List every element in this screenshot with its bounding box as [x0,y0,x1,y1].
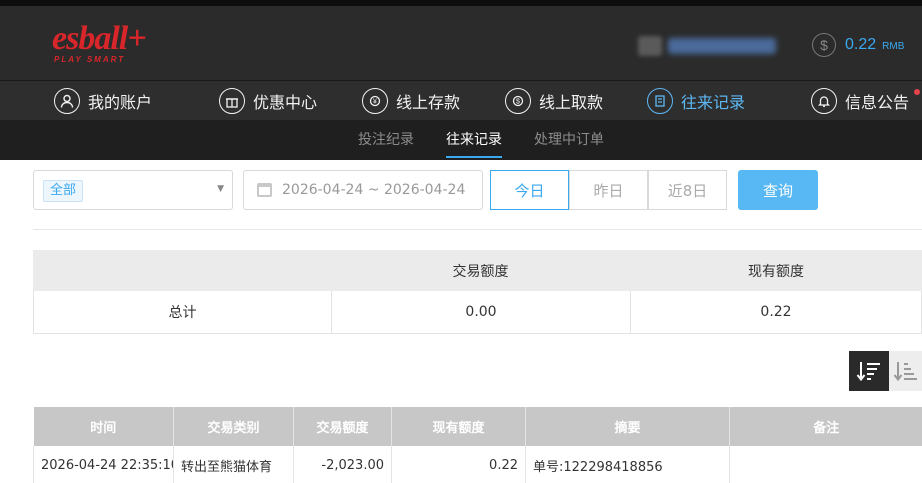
tab-transaction-records[interactable]: 往来记录 [446,120,502,160]
col-header-note: 备注 [729,407,922,446]
summary-header-blank [33,250,331,291]
range-yesterday-button[interactable]: 昨日 [569,170,648,210]
balance-currency: RMB [882,41,905,52]
cell-balance: 0.22 [391,446,526,483]
summary-header-transaction: 交易额度 [452,263,509,280]
range-last-8-days-button[interactable]: 近8日 [648,170,727,210]
cell-category: 转出至熊猫体育 [173,446,294,483]
summary-table: 交易额度 现有额度 总计 0.00 0.22 [33,250,922,334]
col-header-time: 时间 [33,407,174,446]
chevron-down-icon: ▼ [217,184,224,194]
summary-total-row: 总计 0.00 0.22 [33,291,922,334]
balance-display[interactable]: $ 0.22 RMB [812,32,904,58]
sort-ascending-button[interactable] [889,351,922,391]
nav-my-account[interactable]: 我的账户 [54,81,152,121]
dollar-coin-icon: $ [812,33,836,57]
tab-pending-orders[interactable]: 处理中订单 [534,120,604,160]
nav-label: 信息公告 [845,93,910,112]
logo-tagline: PLAY SMART [54,55,126,64]
selected-type-tag[interactable]: 全部 [43,180,84,202]
logo-text: esball+ [52,20,147,57]
main-nav: 我的账户 优惠中心 ¥ 线上存款 $ 线上取款 往来记录 信息公告 [0,80,922,120]
section-divider [33,229,922,230]
cell-time: 2026-04-24 22:35:10 [33,446,174,483]
cell-summary: 单号:122298418856 [525,446,730,483]
nav-label: 我的账户 [88,93,153,112]
query-button[interactable]: 查询 [738,170,818,210]
gift-icon [219,88,245,114]
cell-note [729,446,922,483]
nav-label: 往来记录 [681,93,746,112]
nav-promotions[interactable]: 优惠中心 [219,81,317,121]
tab-label: 投注纪录 [358,132,414,148]
col-header-balance: 现有额度 [391,407,526,446]
svg-text:¥: ¥ [373,99,377,106]
username-redacted [638,36,776,56]
nav-deposit[interactable]: ¥ 线上存款 [362,81,460,121]
nav-label: 线上取款 [539,93,604,112]
summary-total-balance: 0.22 [760,304,792,320]
date-range-picker[interactable]: 2026-04-24 ~ 2026-04-24 [243,170,483,210]
summary-total-transaction: 0.00 [332,291,631,333]
col-header-category: 交易类别 [173,407,294,446]
col-header-amount: 交易额度 [293,407,392,446]
table-header-row: 时间 交易类别 交易额度 现有额度 摘要 备注 [33,407,922,446]
tab-label: 往来记录 [446,132,502,148]
nav-label: 线上存款 [396,93,461,112]
transactions-table: 时间 交易类别 交易额度 现有额度 摘要 备注 2026-04-24 22:35… [33,407,922,483]
sort-descending-button[interactable] [849,351,889,391]
user-icon [54,88,80,114]
sub-nav: 投注纪录 往来记录 处理中订单 [0,120,922,160]
deposit-icon: ¥ [362,88,388,114]
summary-header-balance: 现有额度 [748,263,804,280]
avatar-redacted [638,36,662,56]
col-header-summary: 摘要 [525,407,730,446]
summary-header-row: 交易额度 现有额度 [33,250,922,291]
calendar-icon [257,183,272,197]
withdraw-icon: $ [505,88,531,114]
date-range-text: 2026-04-24 ~ 2026-04-24 [282,182,466,198]
cell-amount: -2,023.00 [293,446,392,483]
bell-icon [811,88,837,114]
tab-label: 处理中订单 [534,132,604,148]
table-row: 2026-04-24 22:35:10 转出至熊猫体育 -2,023.00 0.… [33,446,922,483]
site-header: esball+ PLAY SMART $ 0.22 RMB [0,6,922,80]
sort-desc-icon [856,362,880,382]
sort-asc-icon [893,362,917,382]
esball-logo[interactable]: esball+ PLAY SMART [52,22,162,66]
notification-dot [914,89,921,95]
transaction-type-select[interactable]: 全部 ▼ [33,170,233,210]
username-text-redacted [668,38,776,54]
svg-text:$: $ [516,99,520,106]
nav-withdraw[interactable]: $ 线上取款 [505,81,603,121]
active-tab-underline [446,156,502,158]
tab-bet-records[interactable]: 投注纪录 [358,120,414,160]
nav-records[interactable]: 往来记录 [647,81,745,121]
nav-announcements[interactable]: 信息公告 [811,81,921,121]
summary-total-label: 总计 [34,291,332,333]
range-today-button[interactable]: 今日 [490,170,569,210]
balance-amount: 0.22 [845,36,877,53]
nav-label: 优惠中心 [253,93,318,112]
records-icon [647,88,673,114]
